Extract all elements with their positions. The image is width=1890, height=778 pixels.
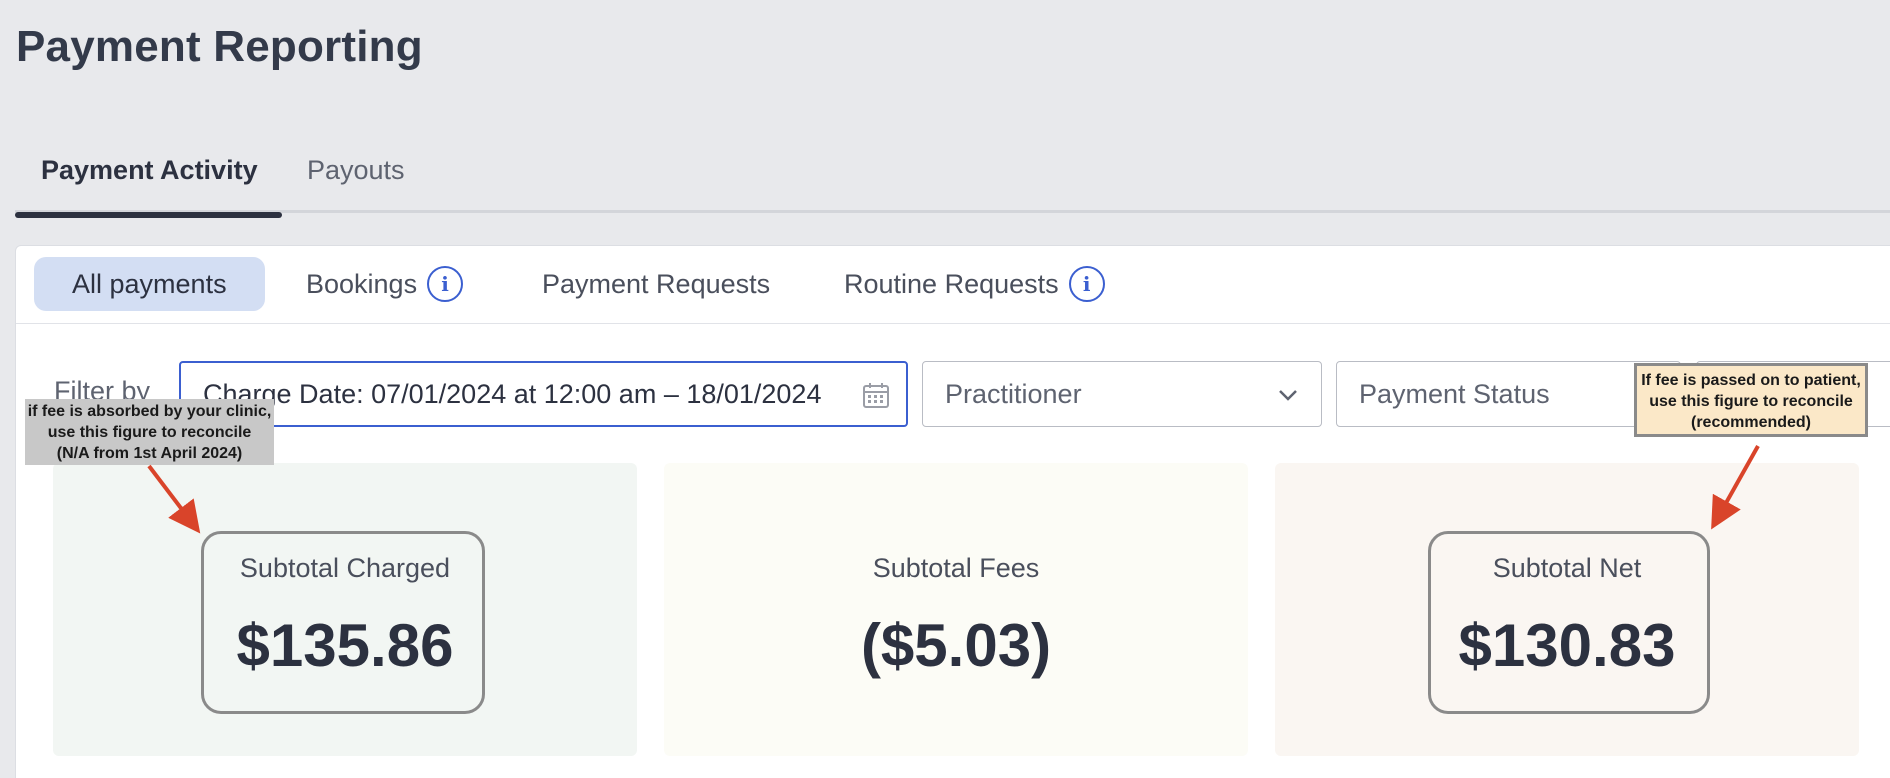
arrow-to-subtotal-charged [147, 464, 201, 534]
annotation-arrows [147, 445, 1760, 534]
arrow-to-subtotal-net [1711, 445, 1760, 530]
